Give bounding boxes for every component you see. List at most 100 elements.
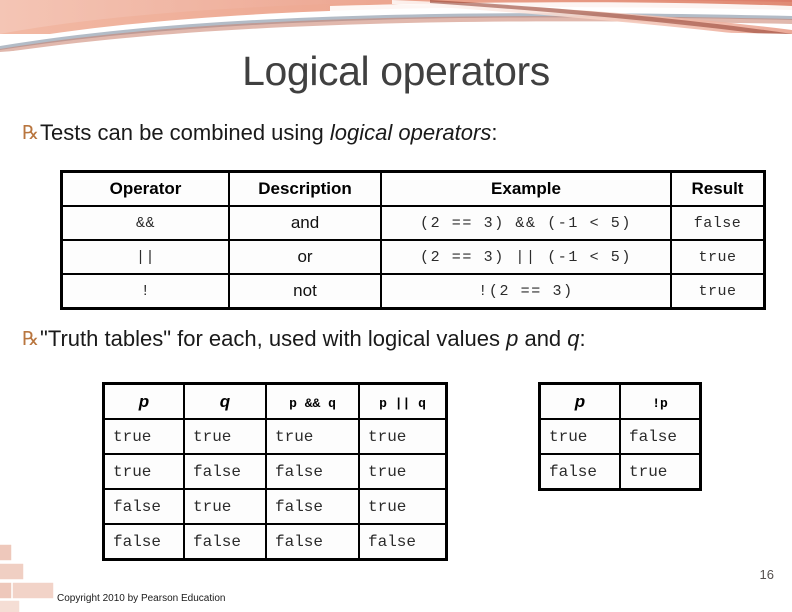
cell-p-or-q: true (358, 418, 448, 455)
table-row: false false false false (102, 523, 448, 561)
example-value: (2 == 3) || (-1 < 5) (419, 249, 633, 266)
bullet-text-italic-q: q (567, 326, 580, 351)
column-header-operator: Operator (60, 170, 230, 207)
value-p-and-q: false (275, 497, 324, 516)
column-header-example: Example (380, 170, 672, 207)
cell-p-or-q: true (358, 488, 448, 525)
page-number: 16 (759, 567, 774, 582)
cell-q: true (183, 418, 267, 455)
description-value: and (290, 213, 320, 232)
column-header-p-and-q: p && q (265, 382, 360, 420)
header-label-q: q (219, 391, 231, 411)
value-p-or-q: true (368, 462, 407, 481)
column-header-not-p: !p (619, 382, 702, 420)
operator-value: || (135, 249, 155, 266)
cell-operator: || (60, 239, 230, 275)
value-p: true (113, 427, 152, 446)
cell-result: true (670, 239, 766, 275)
bullet-icon: ℞ (22, 122, 40, 144)
value-p-or-q: true (368, 427, 407, 446)
bullet-text-italic-1: logical operators (329, 120, 492, 145)
cell-p-or-q: true (358, 453, 448, 490)
example-value: (2 == 3) && (-1 < 5) (419, 215, 633, 232)
result-value: false (693, 215, 742, 232)
value-p-and-q: true (275, 427, 314, 446)
bullet-text-plain-2b: and (518, 326, 568, 351)
value-p-and-q: false (275, 462, 324, 481)
cell-operator: && (60, 205, 230, 241)
page-title: Logical operators (242, 48, 550, 94)
bullet-text-plain-2: "Truth tables" for each, used with logic… (40, 326, 507, 351)
copyright-text: Copyright 2010 by Pearson Education (57, 593, 226, 604)
cell-p: false (102, 523, 185, 561)
bullet-text-plain-1: Tests can be combined using (40, 120, 330, 145)
cell-not-p: false (619, 418, 702, 455)
cell-result: false (670, 205, 766, 241)
column-header-p-or-q: p || q (358, 382, 448, 420)
value-q: false (193, 532, 242, 551)
value-p-and-q: false (275, 532, 324, 551)
cell-p: true (102, 418, 185, 455)
description-value: not (293, 281, 317, 300)
table-header-row: p q p && q p || q (102, 382, 448, 420)
value-p: false (113, 497, 162, 516)
cell-p: false (538, 453, 621, 491)
table-header-row: Operator Description Example Result (60, 170, 766, 207)
cell-p-and-q: true (265, 418, 360, 455)
value-p-or-q: false (368, 532, 417, 551)
cell-p: false (102, 488, 185, 525)
column-header-result: Result (670, 170, 766, 207)
value-not-p: true (629, 462, 668, 481)
table-header-row: p !p (538, 382, 702, 420)
column-header-p: p (102, 382, 185, 420)
bullet-truth-tables: ℞"Truth tables" for each, used with logi… (22, 326, 586, 351)
cell-q: false (183, 453, 267, 490)
cell-description: and (228, 205, 382, 241)
cell-example: (2 == 3) && (-1 < 5) (380, 205, 672, 241)
table-row: true true true true (102, 418, 448, 455)
value-p: false (113, 532, 162, 551)
cell-p-and-q: false (265, 488, 360, 525)
header-label-not-p: !p (652, 395, 668, 411)
cell-operator: ! (60, 273, 230, 310)
table-row: true false false true (102, 453, 448, 490)
result-value: true (698, 283, 737, 300)
cell-p-or-q: false (358, 523, 448, 561)
table-row: ! not !(2 == 3) true (60, 273, 766, 310)
cell-example: !(2 == 3) (380, 273, 672, 310)
value-p-or-q: true (368, 497, 407, 516)
value-p: false (549, 462, 598, 481)
bullet-tests-combined: ℞Tests can be combined using logical ope… (22, 120, 497, 145)
example-value: !(2 == 3) (478, 283, 574, 300)
truth-table-not: p !p true false false true (538, 382, 702, 491)
table-row: false true (538, 453, 702, 491)
value-q: false (193, 462, 242, 481)
header-label-p-or-q: p || q (379, 395, 426, 411)
value-q: true (193, 427, 232, 446)
table-row: true false (538, 418, 702, 455)
description-value: or (297, 247, 313, 266)
cell-q: false (183, 523, 267, 561)
bullet-text-plain-2c: : (579, 326, 586, 351)
cell-example: (2 == 3) || (-1 < 5) (380, 239, 672, 275)
bullet-text-italic-p: p (506, 326, 519, 351)
value-not-p: false (629, 427, 678, 446)
cell-result: true (670, 273, 766, 310)
operator-value: && (135, 215, 155, 232)
cell-description: or (228, 239, 382, 275)
truth-table-and-or: p q p && q p || q true true true true tr… (102, 382, 448, 561)
cell-q: true (183, 488, 267, 525)
cell-p: true (102, 453, 185, 490)
logical-operator-table: Operator Description Example Result && a… (60, 170, 766, 310)
cell-description: not (228, 273, 382, 310)
column-header-description: Description (228, 170, 382, 207)
column-header-q: q (183, 382, 267, 420)
cell-p: true (538, 418, 621, 455)
result-value: true (698, 249, 737, 266)
column-header-p: p (538, 382, 621, 420)
cell-not-p: true (619, 453, 702, 491)
table-row: || or (2 == 3) || (-1 < 5) true (60, 239, 766, 275)
header-label-p: p (574, 391, 586, 411)
cell-p-and-q: false (265, 453, 360, 490)
value-p: true (113, 462, 152, 481)
